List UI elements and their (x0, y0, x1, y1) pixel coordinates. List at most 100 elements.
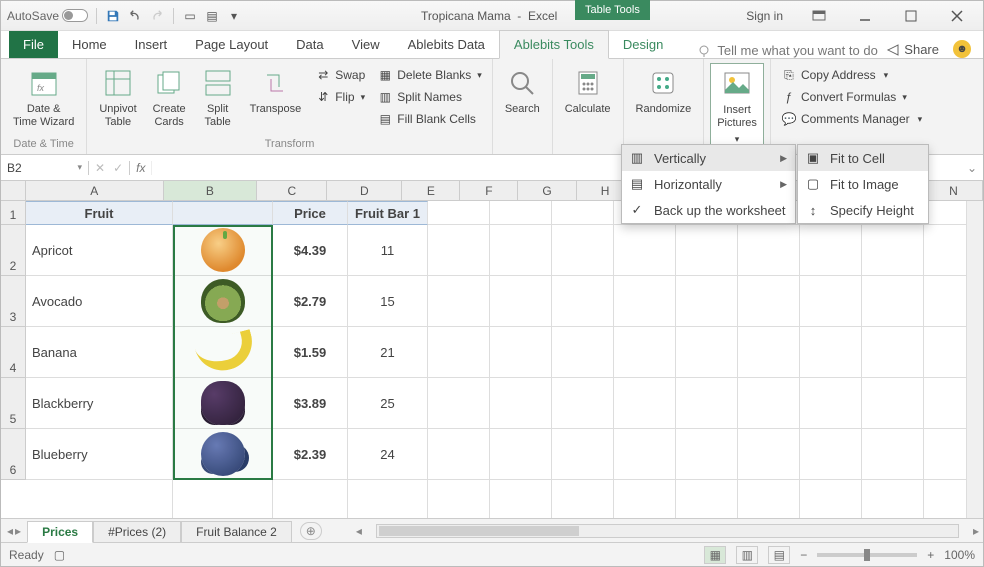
copy-address-button[interactable]: ⎘Copy Address▾ (777, 65, 926, 85)
macro-record-icon[interactable]: ▢ (54, 548, 65, 562)
cell[interactable] (490, 201, 552, 225)
qat-icon-1[interactable]: ▭ (182, 8, 198, 24)
search-button[interactable]: Search (499, 63, 546, 120)
ribbon-display-icon[interactable] (799, 1, 839, 31)
feedback-smiley-icon[interactable]: ☻ (953, 40, 971, 58)
tab-ablebits-data[interactable]: Ablebits Data (394, 31, 499, 58)
cell[interactable] (862, 378, 924, 429)
maximize-button[interactable] (891, 1, 931, 31)
zoom-out-icon[interactable]: − (800, 548, 807, 562)
menu-fit-to-cell[interactable]: ▣Fit to Cell (798, 145, 928, 171)
cell-fruit-name[interactable]: Apricot (26, 225, 173, 276)
cell[interactable] (800, 327, 862, 378)
cell-fruit-name[interactable]: Avocado (26, 276, 173, 327)
cell-fruit-name[interactable]: Blueberry (26, 429, 173, 480)
cancel-formula-icon[interactable]: ✕ (95, 161, 105, 175)
close-button[interactable] (937, 1, 977, 31)
cell-fruit-image[interactable] (173, 225, 273, 276)
cell[interactable] (490, 327, 552, 378)
cell[interactable] (800, 378, 862, 429)
calculate-button[interactable]: Calculate (559, 63, 617, 120)
cell[interactable] (428, 201, 490, 225)
flip-button[interactable]: ⇵Flip▾ (311, 87, 369, 107)
enter-formula-icon[interactable]: ✓ (113, 161, 123, 175)
column-header-C[interactable]: C (257, 181, 327, 201)
cell[interactable] (676, 276, 738, 327)
cell-bar1[interactable]: 25 (348, 378, 428, 429)
menu-horizontally[interactable]: ▤Horizontally▶ (622, 171, 795, 197)
sheet-nav-next-icon[interactable]: ▸ (15, 524, 21, 538)
cell[interactable] (676, 378, 738, 429)
cell[interactable] (428, 480, 490, 518)
expand-formula-bar-icon[interactable]: ⌄ (961, 161, 983, 175)
cell[interactable] (738, 327, 800, 378)
delete-blanks-button[interactable]: ▦Delete Blanks▾ (373, 65, 486, 85)
cell[interactable] (490, 225, 552, 276)
cells-area[interactable]: FruitPriceFruit Bar 1Apricot$4.3911Avoca… (26, 201, 966, 518)
cell-price[interactable]: $2.79 (273, 276, 348, 327)
cell[interactable] (614, 378, 676, 429)
cell[interactable] (676, 429, 738, 480)
cell[interactable] (862, 480, 924, 518)
sheet-nav-prev-icon[interactable]: ◂ (7, 524, 13, 538)
tab-file[interactable]: File (9, 31, 58, 58)
cell-fruit-image[interactable] (173, 378, 273, 429)
cell[interactable] (490, 378, 552, 429)
cell[interactable] (738, 276, 800, 327)
cell[interactable] (738, 480, 800, 518)
cell-bar1[interactable]: 21 (348, 327, 428, 378)
name-box[interactable]: B2▾ (1, 161, 89, 175)
share-button[interactable]: Share (886, 42, 939, 57)
cell[interactable] (552, 480, 614, 518)
header-image[interactable] (173, 201, 273, 225)
normal-view-button[interactable]: ▦ (704, 546, 726, 564)
sheet-tab-fruit-balance[interactable]: Fruit Balance 2 (181, 521, 292, 542)
cell[interactable] (428, 327, 490, 378)
cell[interactable] (800, 225, 862, 276)
hscroll-right-icon[interactable]: ▸ (969, 524, 983, 538)
column-header-E[interactable]: E (402, 181, 460, 201)
cell[interactable] (862, 225, 924, 276)
cell[interactable] (614, 480, 676, 518)
fill-blank-cells-button[interactable]: ▤Fill Blank Cells (373, 109, 486, 129)
cell[interactable] (676, 480, 738, 518)
undo-icon[interactable] (127, 8, 143, 24)
comments-manager-button[interactable]: 💬Comments Manager▾ (777, 109, 926, 129)
column-header-F[interactable]: F (460, 181, 518, 201)
cell[interactable] (428, 378, 490, 429)
cell[interactable] (428, 225, 490, 276)
row-header-2[interactable]: 2 (1, 225, 26, 276)
cell[interactable] (614, 429, 676, 480)
menu-fit-to-image[interactable]: ▢Fit to Image (798, 171, 928, 197)
header-price[interactable]: Price (273, 201, 348, 225)
tab-home[interactable]: Home (58, 31, 121, 58)
cell[interactable] (173, 480, 273, 518)
cell[interactable] (614, 225, 676, 276)
menu-backup[interactable]: ✓Back up the worksheet (622, 197, 795, 223)
cell[interactable] (26, 480, 173, 518)
select-all-corner[interactable] (1, 181, 26, 201)
cell[interactable] (552, 225, 614, 276)
cell[interactable] (862, 429, 924, 480)
split-table-button[interactable]: Split Table (196, 63, 240, 133)
page-break-view-button[interactable]: ▤ (768, 546, 790, 564)
cell-price[interactable]: $1.59 (273, 327, 348, 378)
convert-formulas-button[interactable]: ƒConvert Formulas▾ (777, 87, 926, 107)
row-header-6[interactable]: 6 (1, 429, 26, 480)
row-header-4[interactable]: 4 (1, 327, 26, 378)
tab-page-layout[interactable]: Page Layout (181, 31, 282, 58)
cell-fruit-image[interactable] (173, 276, 273, 327)
cell[interactable] (614, 276, 676, 327)
hscroll-left-icon[interactable]: ◂ (352, 524, 366, 538)
add-sheet-button[interactable]: ⊕ (300, 522, 322, 540)
zoom-in-icon[interactable]: + (927, 548, 934, 562)
cell[interactable] (552, 429, 614, 480)
column-header-A[interactable]: A (26, 181, 164, 201)
cell[interactable] (273, 480, 348, 518)
insert-pictures-button[interactable]: Insert Pictures▾ (710, 63, 764, 150)
tab-view[interactable]: View (338, 31, 394, 58)
qat-icon-2[interactable]: ▤ (204, 8, 220, 24)
zoom-slider[interactable] (817, 553, 917, 557)
cell[interactable] (614, 327, 676, 378)
column-header-D[interactable]: D (327, 181, 402, 201)
